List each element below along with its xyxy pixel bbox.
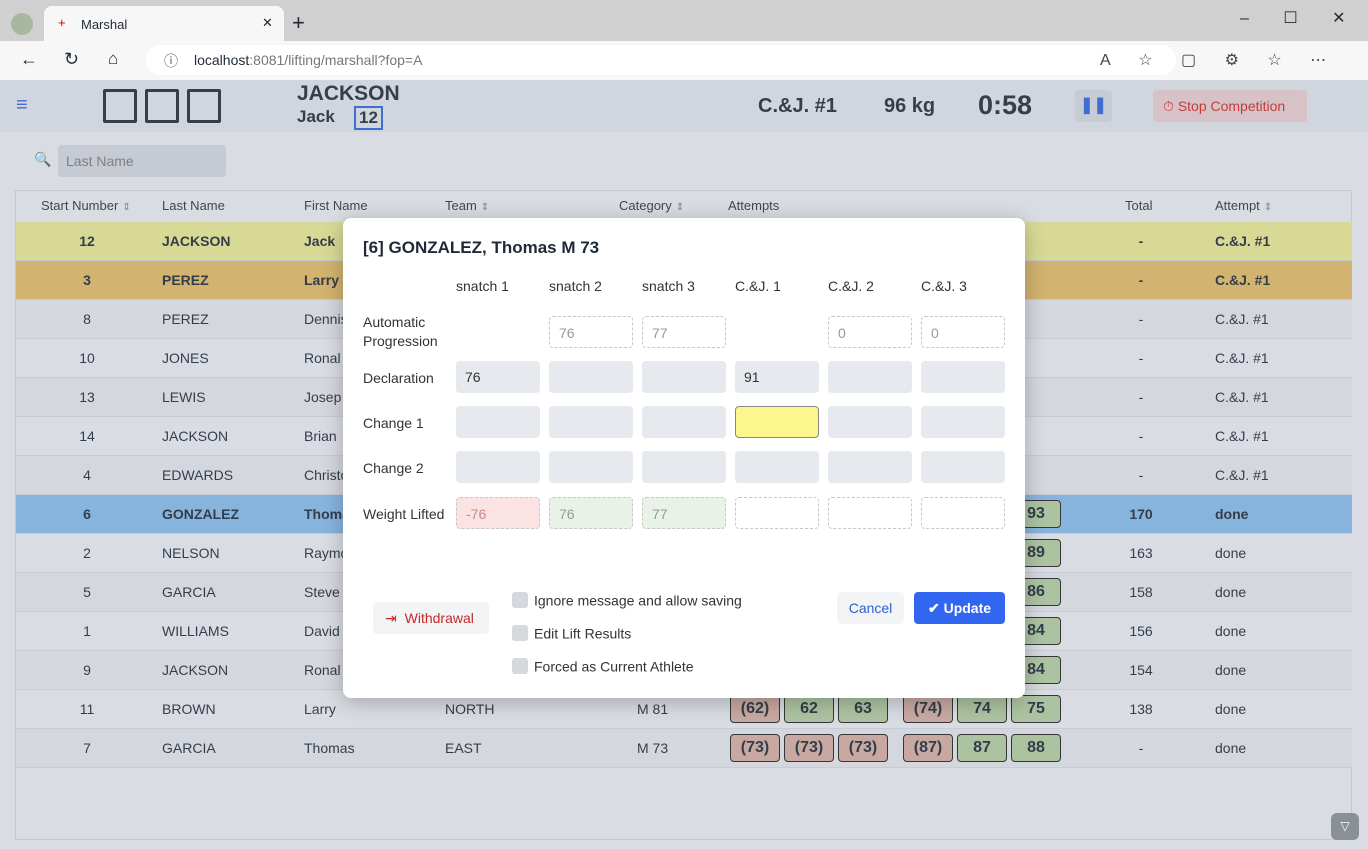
checkbox[interactable] (512, 625, 528, 642)
info-icon: ⓘ (164, 53, 178, 69)
withdrawal-button[interactable]: ⇥ Withdrawal (373, 602, 489, 634)
browser-toolbar-icons[interactable]: A ☆ ▢ ⚙ ☆ ⋯ (1100, 50, 1326, 70)
dialog-title: [6] GONZALEZ, Thomas M 73 (363, 238, 600, 257)
checkbox-label: Edit Lift Results (534, 625, 632, 642)
attempt-input[interactable] (828, 406, 912, 438)
attempt-input[interactable] (642, 406, 726, 438)
attempt-input[interactable]: 76 (456, 361, 540, 393)
update-label: Update (943, 600, 992, 616)
attempt-input[interactable] (828, 451, 912, 483)
check-icon: ✔ (927, 600, 940, 616)
profile-avatar[interactable] (11, 13, 33, 35)
attempt-input[interactable] (735, 451, 819, 483)
attempt-input[interactable]: 76 (549, 316, 633, 348)
attempt-input[interactable] (549, 406, 633, 438)
column-label: snatch 3 (642, 278, 695, 294)
attempt-input[interactable] (549, 361, 633, 393)
attempt-input[interactable] (921, 497, 1005, 529)
checkbox-option[interactable]: Forced as Current Athlete (512, 657, 694, 675)
column-label: snatch 1 (456, 278, 509, 294)
column-label: C.&J. 3 (921, 278, 967, 294)
close-tab-icon[interactable]: ✕ (262, 15, 273, 31)
attempt-input[interactable] (735, 497, 819, 529)
row-label: Change 1 (363, 415, 424, 431)
row-label: Automatic Progression (363, 314, 438, 349)
attempt-input[interactable] (642, 451, 726, 483)
vaadin-dev-icon[interactable]: ▽ (1331, 813, 1359, 840)
checkbox[interactable] (512, 592, 528, 609)
attempt-input[interactable]: 0 (921, 316, 1005, 348)
attempt-input[interactable] (921, 361, 1005, 393)
attempt-input[interactable] (921, 406, 1005, 438)
row-label: Declaration (363, 370, 434, 386)
column-label: C.&J. 1 (735, 278, 781, 294)
reload-icon[interactable]: ↻ (64, 49, 79, 70)
tab-title: Marshal (81, 17, 128, 32)
attempt-input[interactable] (828, 361, 912, 393)
attempt-input[interactable] (828, 497, 912, 529)
back-icon[interactable]: ← (20, 49, 38, 70)
row-label: Weight Lifted (363, 506, 445, 522)
attempt-input[interactable]: 77 (642, 316, 726, 348)
checkbox-option[interactable]: Ignore message and allow saving (512, 591, 742, 609)
home-icon[interactable]: ⌂ (108, 49, 118, 69)
withdrawal-label: Withdrawal (404, 610, 474, 626)
attempt-input[interactable]: 77 (642, 497, 726, 529)
attempt-input[interactable] (549, 451, 633, 483)
attempt-input[interactable]: 76 (549, 497, 633, 529)
checkbox-label: Ignore message and allow saving (534, 592, 742, 609)
cancel-button[interactable]: Cancel (837, 592, 904, 624)
attempt-input[interactable]: -76 (456, 497, 540, 529)
attempt-input[interactable] (642, 361, 726, 393)
attempt-input[interactable]: 0 (828, 316, 912, 348)
update-button[interactable]: ✔ Update (914, 592, 1005, 624)
athlete-card-dialog: [6] GONZALEZ, Thomas M 73 snatch 1 snatch… (343, 218, 1025, 698)
window-controls[interactable]: – ☐ ✕ (1240, 8, 1346, 28)
attempt-input[interactable]: 91 (735, 361, 819, 393)
attempt-input[interactable] (921, 451, 1005, 483)
tab-favicon: + (58, 15, 66, 30)
url-host: localhost (194, 52, 250, 68)
checkbox[interactable] (512, 658, 528, 675)
column-label: C.&J. 2 (828, 278, 874, 294)
browser-tab[interactable]: + Marshal ✕ (44, 6, 284, 41)
checkbox-option[interactable]: Edit Lift Results (512, 624, 632, 642)
url-input[interactable]: ⓘ localhost:8081/lifting/marshall?fop=A (146, 45, 1176, 75)
url-path: :8081/lifting/marshall?fop=A (249, 52, 423, 68)
attempt-input[interactable] (735, 406, 819, 438)
column-label: snatch 2 (549, 278, 602, 294)
attempt-input[interactable] (456, 406, 540, 438)
checkbox-label: Forced as Current Athlete (534, 658, 694, 675)
new-tab-icon[interactable]: + (292, 10, 305, 36)
row-label: Change 2 (363, 460, 424, 476)
attempt-input[interactable] (456, 451, 540, 483)
